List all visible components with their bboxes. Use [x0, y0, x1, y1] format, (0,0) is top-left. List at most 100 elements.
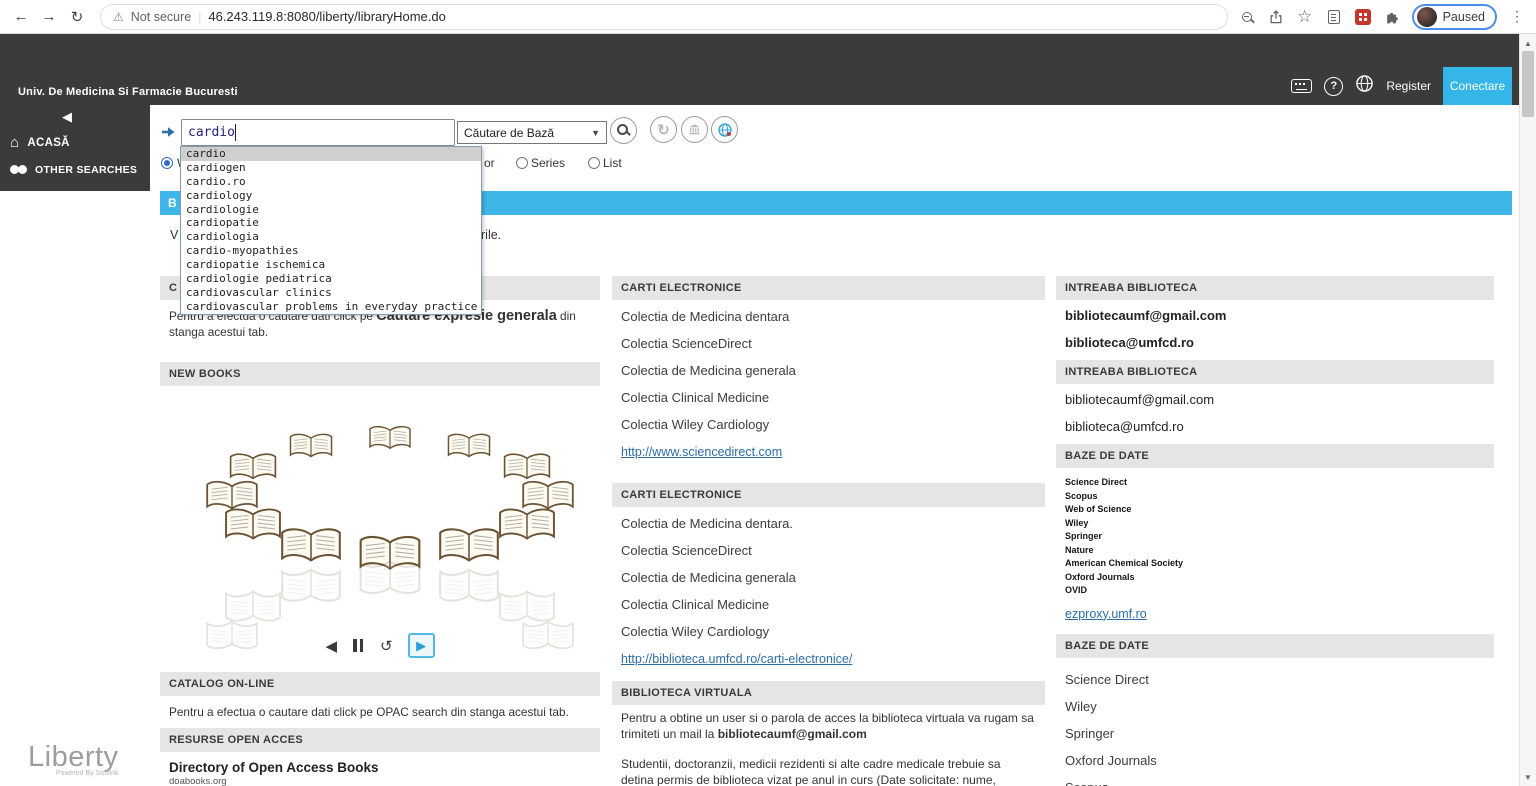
carousel-prev-button[interactable]: ◀ [325, 637, 337, 655]
sidebar-item-acasa[interactable]: ⌂ ACASĂ [10, 137, 70, 149]
conectare-button[interactable]: Conectare [1443, 67, 1512, 105]
sidebar-item-label: OTHER SEARCHES [35, 164, 137, 176]
email-address: bibliotecaumf@gmail.com [1056, 386, 1494, 413]
help-icon[interactable]: ? [1324, 77, 1343, 96]
forward-button[interactable]: → [36, 4, 62, 30]
keyboard-icon[interactable] [1291, 79, 1312, 93]
book-cover [503, 451, 552, 485]
liberty-logo-text: Liberty [28, 742, 119, 772]
web-search-button[interactable] [711, 116, 738, 143]
open-access-domain[interactable]: doabooks.org [169, 776, 591, 786]
suggestion-item[interactable]: cardiologie [181, 203, 481, 217]
back-button[interactable]: ← [8, 4, 34, 30]
suggestion-item[interactable]: cardiovascular clinics [181, 286, 481, 300]
radio-series-label[interactable]: Series [531, 156, 565, 170]
list-item[interactable]: Colectia Wiley Cardiology [612, 411, 1045, 438]
email-address: biblioteca@umfcd.ro [1056, 413, 1494, 440]
search-icon [617, 124, 628, 135]
carousel-slideshow-button[interactable]: ↺ [380, 637, 393, 655]
address-bar[interactable]: ⚠ Not secure | 46.243.119.8:8080/liberty… [100, 4, 1228, 30]
library-catalog-button[interactable] [681, 116, 708, 143]
suggestion-item[interactable]: cardiopatie ischemica [181, 258, 481, 272]
list-item[interactable]: Colectia ScienceDirect [612, 537, 1045, 564]
reading-list-icon[interactable] [1325, 8, 1343, 26]
suggestion-item[interactable]: cardio-myopathies [181, 244, 481, 258]
suggestion-item[interactable]: cardio [181, 147, 481, 161]
sidebar-collapse-icon[interactable]: ◀ [62, 109, 72, 125]
carousel-pause-button[interactable] [352, 639, 365, 652]
database-name: Scopus [1065, 490, 1494, 504]
scrollbar-thumb[interactable] [1522, 51, 1534, 117]
suggestion-item[interactable]: cardiopatie [181, 216, 481, 230]
bank-icon [687, 122, 702, 137]
profile-chip[interactable]: Paused [1412, 4, 1497, 30]
chevron-down-icon: ▼ [591, 128, 600, 138]
suggestion-item[interactable]: cardiogen [181, 161, 481, 175]
database-name: American Chemical Society [1065, 557, 1494, 571]
extensions-puzzle-icon[interactable] [1383, 8, 1401, 26]
catalog-text: Pentru a efectua o cautare dati click pe… [160, 696, 600, 728]
suggestion-item[interactable]: cardiologie pediatrica [181, 272, 481, 286]
suggestion-item[interactable]: cardiology [181, 189, 481, 203]
search-input[interactable] [181, 119, 455, 146]
page-scrollbar[interactable]: ▲ ▼ [1519, 34, 1536, 786]
list-item[interactable]: Colectia Clinical Medicine [612, 591, 1045, 618]
database-name: OVID [1065, 584, 1494, 598]
register-link[interactable]: Register [1386, 79, 1431, 93]
suggestion-item[interactable]: cardiovascular problems in everyday prac… [181, 300, 481, 314]
sidebar-item-other-searches[interactable]: OTHER SEARCHES [10, 164, 137, 176]
radio-words[interactable] [161, 157, 173, 169]
binoculars-icon [10, 165, 27, 175]
database-name: Oxford Journals [1065, 571, 1494, 585]
text-caret [235, 124, 236, 141]
right-column: INTREABA BIBLIOTECA bibliotecaumf@gmail.… [1056, 276, 1494, 786]
ezproxy-link[interactable]: ezproxy.umf.ro [1056, 598, 1494, 621]
screen: ← → ↻ ⚠ Not secure | 46.243.119.8:8080/l… [0, 0, 1536, 786]
list-item[interactable]: Colectia de Medicina generala [612, 564, 1045, 591]
sidebar-item-label: ACASĂ [27, 137, 69, 149]
radio-list[interactable] [588, 157, 600, 169]
database-item[interactable]: Springer [1056, 720, 1494, 747]
sciencedirect-link[interactable]: http://www.sciencedirect.com [612, 441, 1045, 465]
search-arrow-icon [161, 125, 177, 144]
reset-search-button[interactable]: ↻ [650, 116, 677, 143]
bookmark-star-icon[interactable]: ☆ [1296, 8, 1314, 26]
list-item[interactable]: Colectia Clinical Medicine [612, 384, 1045, 411]
search-scope-value: Căutare de Bază [464, 126, 554, 140]
intreaba-emails-2: bibliotecaumf@gmail.com biblioteca@umfcd… [1056, 384, 1494, 442]
database-item[interactable]: Wiley [1056, 693, 1494, 720]
liberty-logo: Liberty Powered By Softlink [28, 742, 119, 777]
scroll-down-icon[interactable]: ▼ [1520, 769, 1536, 785]
open-access-link[interactable]: Directory of Open Access Books [169, 759, 591, 776]
radio-series[interactable] [516, 157, 528, 169]
list-item[interactable]: Colectia de Medicina dentara. [612, 510, 1045, 537]
database-name: Science Direct [1065, 476, 1494, 490]
reload-button[interactable]: ↻ [64, 4, 90, 30]
database-item[interactable]: Science Direct [1056, 666, 1494, 693]
carti-electronice-link[interactable]: http://biblioteca.umfcd.ro/carti-electro… [612, 648, 1045, 672]
url-text[interactable]: 46.243.119.8:8080/liberty/libraryHome.do [208, 9, 446, 24]
scroll-up-icon[interactable]: ▲ [1520, 35, 1536, 51]
list-item[interactable]: Colectia de Medicina dentara [612, 303, 1045, 330]
list-item[interactable]: Colectia de Medicina generala [612, 357, 1045, 384]
radio-author-label-fragment[interactable]: or [484, 156, 495, 170]
list-item[interactable]: Colectia ScienceDirect [612, 330, 1045, 357]
search-button[interactable] [610, 117, 637, 144]
avatar [1417, 7, 1437, 27]
globe-icon[interactable] [1355, 74, 1374, 98]
database-item[interactable]: Scopus [1056, 774, 1494, 786]
zoom-icon[interactable] [1238, 8, 1256, 26]
extension-icon-red[interactable] [1354, 8, 1372, 26]
book-cover [368, 424, 412, 454]
divider: | [198, 10, 201, 24]
suggestion-item[interactable]: cardio.ro [181, 175, 481, 189]
security-label[interactable]: Not secure [131, 10, 191, 24]
radio-list-label[interactable]: List [603, 156, 622, 170]
search-scope-select[interactable]: Căutare de Bază ▼ [457, 121, 607, 144]
carousel-play-button[interactable]: ▶ [408, 633, 435, 658]
share-icon[interactable] [1267, 8, 1285, 26]
database-item[interactable]: Oxford Journals [1056, 747, 1494, 774]
list-item[interactable]: Colectia Wiley Cardiology [612, 618, 1045, 645]
suggestion-item[interactable]: cardiologia [181, 230, 481, 244]
browser-menu-icon[interactable]: ⋮ [1508, 8, 1526, 26]
